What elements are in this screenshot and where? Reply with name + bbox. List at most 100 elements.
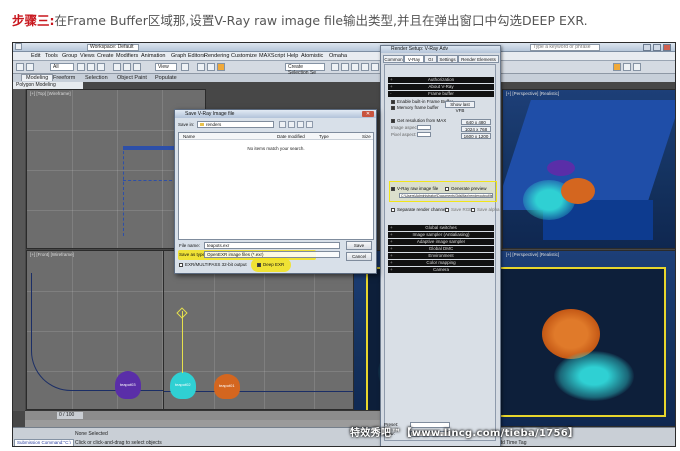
rollout-color-mapping[interactable]: Color mapping: [388, 260, 494, 266]
select-by-name-icon[interactable]: [87, 63, 95, 71]
rollout-adaptive-sampler[interactable]: Adaptive image sampler: [388, 239, 494, 245]
column-date[interactable]: Date modified: [277, 134, 305, 139]
minimize-icon[interactable]: [643, 44, 651, 51]
menu-item[interactable]: Modifiers: [116, 53, 138, 59]
viewport-front-wide[interactable]: teapot02 teapot01: [163, 250, 378, 410]
menu-item[interactable]: MAXScript: [259, 53, 285, 59]
render-icon[interactable]: [613, 63, 621, 71]
memory-fb-checkbox[interactable]: Memory frame buffer: [391, 105, 439, 110]
rect-select-icon[interactable]: [97, 63, 105, 71]
close-icon[interactable]: ✕: [362, 111, 374, 117]
gizmo-icon[interactable]: [176, 307, 188, 319]
menu-item[interactable]: Tools: [45, 53, 58, 59]
tab-modeling[interactable]: Modeling: [21, 74, 54, 81]
enable-vfb-checkbox[interactable]: Enable built-in Frame Buffer: [391, 99, 453, 104]
menu-item[interactable]: Create: [97, 53, 114, 59]
rollout-global-dmc[interactable]: Global DMC: [388, 246, 494, 252]
maximize-icon[interactable]: [653, 44, 661, 51]
tab-gi[interactable]: GI: [424, 55, 437, 63]
named-selection-dropdown[interactable]: Create Selection Se: [285, 63, 325, 76]
scale-icon[interactable]: [133, 63, 141, 71]
get-resolution-checkbox[interactable]: Get resolution from MAX: [391, 118, 446, 123]
save-in-dropdown[interactable]: renders: [197, 121, 274, 128]
save-button[interactable]: Save: [346, 241, 372, 250]
menu-item[interactable]: Animation: [141, 53, 165, 59]
snap-icon[interactable]: [197, 63, 205, 71]
close-icon[interactable]: [663, 44, 671, 51]
frame-indicator[interactable]: 0 / 100: [57, 412, 83, 419]
rollout-authorization[interactable]: Authorization: [388, 77, 494, 83]
new-folder-icon[interactable]: [297, 121, 304, 128]
selection-filter-dropdown[interactable]: All: [50, 63, 74, 71]
save-rgb-checkbox[interactable]: Save RGB: [445, 207, 472, 212]
rollout-environment[interactable]: Environment: [388, 253, 494, 259]
redo-icon[interactable]: [26, 63, 34, 71]
align-icon[interactable]: [341, 63, 349, 71]
select-icon[interactable]: [77, 63, 85, 71]
tab-freeform[interactable]: Freeform: [53, 75, 75, 81]
track-bar[interactable]: [25, 420, 388, 427]
filename-field[interactable]: teapots.exr: [204, 242, 340, 249]
up-folder-icon[interactable]: [288, 121, 295, 128]
rollout-frame-buffer[interactable]: Frame buffer: [388, 91, 494, 97]
separate-channels-checkbox[interactable]: Separate render channels: [391, 207, 449, 212]
rollout-global-switches[interactable]: Global switches: [388, 225, 494, 231]
maxscript-listener[interactable]: Submission Command:"C:\: [14, 439, 74, 446]
render-production-icon[interactable]: [633, 63, 641, 71]
menu-item[interactable]: Views: [80, 53, 95, 59]
undo-icon[interactable]: [16, 63, 24, 71]
view-menu-icon[interactable]: [306, 121, 313, 128]
pivot-icon[interactable]: [181, 63, 189, 71]
rotate-icon[interactable]: [123, 63, 131, 71]
show-last-vfb-button[interactable]: Show last VFB: [445, 101, 475, 113]
tab-object-paint[interactable]: Object Paint: [117, 75, 147, 81]
raw-image-path-field[interactable]: C:\Users\Administrator\Documents\3dsMax\…: [399, 193, 493, 198]
deep-exr-checkbox[interactable]: Deep EXR: [257, 262, 284, 267]
app-logo-icon[interactable]: [15, 43, 22, 50]
tab-selection[interactable]: Selection: [85, 75, 108, 81]
width-field[interactable]: [417, 125, 431, 130]
render-frame-icon[interactable]: [623, 63, 631, 71]
polygon-modeling-panel[interactable]: Polygon Modeling: [13, 82, 83, 89]
save-alpha-checkbox[interactable]: Save alpha: [471, 207, 500, 212]
tab-vray[interactable]: V-Ray: [404, 55, 424, 63]
teapot-purple[interactable]: [547, 160, 575, 176]
menu-item[interactable]: Group: [62, 53, 77, 59]
cancel-button[interactable]: Cancel: [346, 252, 372, 261]
save-type-dropdown[interactable]: OpenEXR image files (*.exr): [204, 251, 340, 258]
exr-multipass-checkbox[interactable]: EXR/MULTIPASS 32-bit output: [179, 262, 247, 267]
back-icon[interactable]: [279, 121, 286, 128]
menu-item[interactable]: Omaha: [329, 53, 347, 59]
resolution-preset-button[interactable]: 1600 x 1200: [461, 133, 491, 139]
resolution-preset-button[interactable]: 640 x 480: [461, 119, 491, 125]
tab-settings[interactable]: Settings: [437, 55, 458, 63]
time-slider[interactable]: 0 / 100: [25, 410, 388, 420]
workspace-dropdown[interactable]: Workspace: Default: [87, 44, 139, 51]
tab-populate[interactable]: Populate: [155, 75, 177, 81]
rollout-image-sampler[interactable]: Image sampler (Antialiasing): [388, 232, 494, 238]
viewport-label[interactable]: [+] [Perspective] [Realistic]: [506, 91, 559, 96]
layer-icon[interactable]: [351, 63, 359, 71]
menu-item[interactable]: Rendering: [204, 53, 229, 59]
resolution-preset-button[interactable]: 1024 x 768: [461, 126, 491, 132]
file-list[interactable]: Name Date modified Type Size No items ma…: [178, 132, 374, 240]
move-icon[interactable]: [113, 63, 121, 71]
menu-item[interactable]: Customize: [231, 53, 257, 59]
render-setup-icon[interactable]: [217, 63, 225, 71]
menu-item[interactable]: Help: [287, 53, 298, 59]
viewport-label[interactable]: [+] [Front] [Wireframe]: [30, 252, 74, 257]
tab-common[interactable]: Common: [383, 55, 404, 63]
ref-coord-dropdown[interactable]: View: [155, 63, 177, 71]
viewport-label[interactable]: [+] [Top] [Wireframe]: [30, 91, 71, 96]
search-input[interactable]: Type a keyword or phrase: [530, 44, 600, 51]
tab-render-elements[interactable]: Render Elements: [458, 55, 499, 63]
material-editor-icon[interactable]: [371, 63, 379, 71]
column-type[interactable]: Type: [319, 134, 329, 139]
column-name[interactable]: Name: [183, 134, 195, 139]
column-size[interactable]: Size: [362, 134, 371, 139]
menu-item[interactable]: Graph Editors: [171, 53, 205, 59]
menu-item[interactable]: Edit: [31, 53, 40, 59]
mirror-icon[interactable]: [331, 63, 339, 71]
generate-preview-checkbox[interactable]: Generate preview: [445, 186, 487, 191]
raw-image-checkbox[interactable]: V-Ray raw image file: [391, 186, 438, 191]
